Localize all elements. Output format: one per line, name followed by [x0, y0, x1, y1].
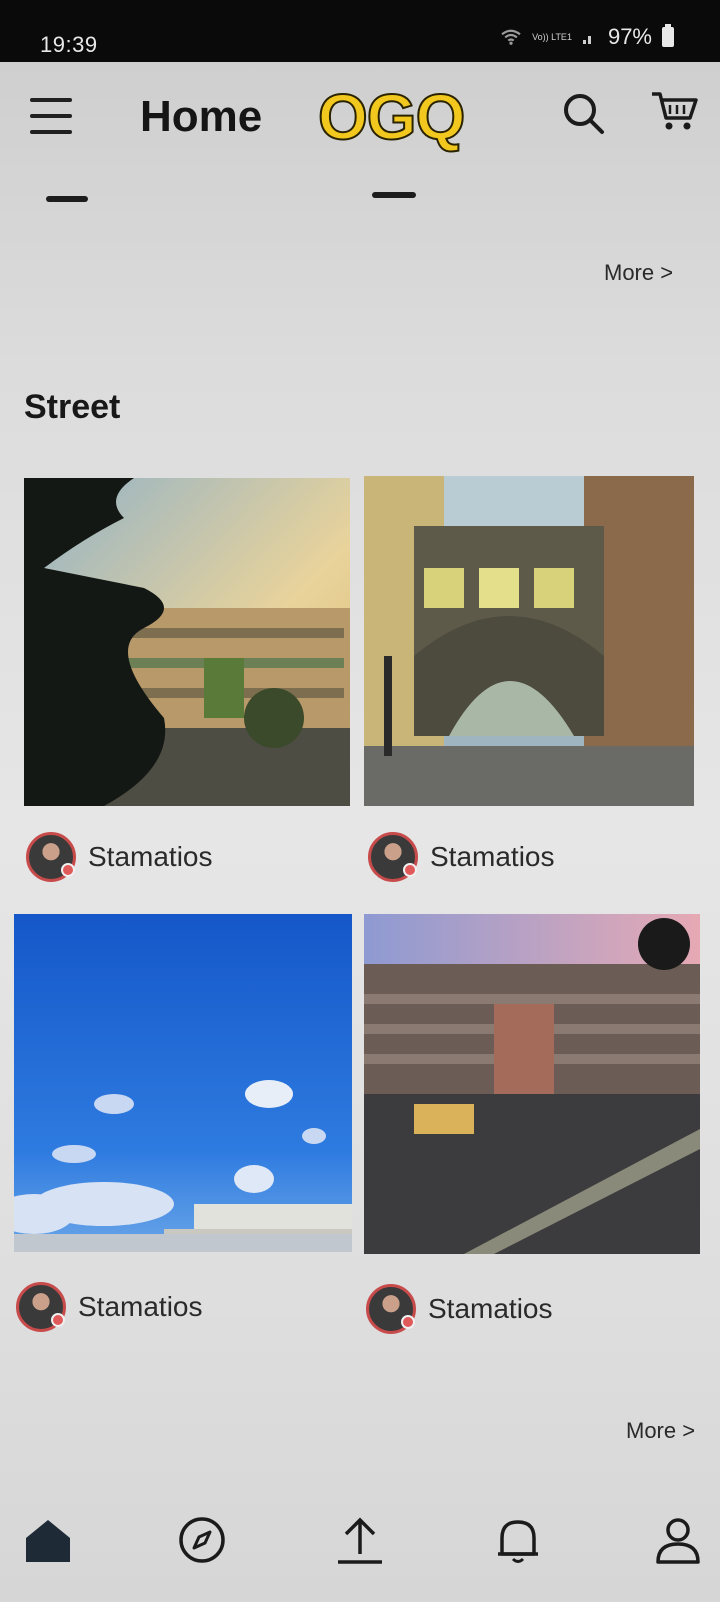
status-bar: 19:39 Vo)) LTE1 97%: [0, 0, 720, 62]
author-name: Stamatios: [78, 1291, 203, 1322]
menu-icon-bar: [30, 98, 72, 102]
avatar: [368, 832, 418, 882]
section-title: Street: [24, 388, 121, 426]
battery-percent: 97%: [607, 24, 652, 49]
status-time: 19:39: [40, 32, 98, 57]
author-name: Stamatios: [88, 841, 213, 872]
user-icon[interactable]: [650, 1512, 706, 1568]
author-name: Stamatios: [428, 1293, 553, 1324]
status-icons: Vo)) LTE1 97%: [500, 24, 674, 50]
photo-thumbnail[interactable]: [14, 914, 352, 1252]
menu-button[interactable]: [30, 98, 72, 134]
photo-thumbnail[interactable]: [364, 914, 700, 1254]
network-indicator: Vo)) LTE1: [532, 32, 572, 42]
upload-icon[interactable]: [332, 1512, 388, 1568]
author-row[interactable]: Stamatios: [26, 832, 213, 882]
menu-icon-bar: [30, 130, 72, 134]
page-title: Home: [140, 92, 263, 141]
app-screen: Home OGQ More > Street Stamatios Stamati…: [0, 62, 720, 1601]
content-fragment: [46, 196, 88, 202]
home-icon[interactable]: [20, 1512, 76, 1568]
avatar: [26, 832, 76, 882]
cart-icon[interactable]: [650, 88, 700, 134]
signal-icon: [582, 36, 591, 44]
more-link[interactable]: More >: [626, 1418, 695, 1444]
avatar: [366, 1284, 416, 1334]
bottom-nav: [0, 1502, 720, 1602]
ogq-logo[interactable]: OGQ: [317, 80, 466, 154]
more-link[interactable]: More >: [604, 260, 673, 286]
author-row[interactable]: Stamatios: [16, 1282, 203, 1332]
avatar: [16, 1282, 66, 1332]
menu-icon-bar: [30, 114, 72, 118]
search-icon[interactable]: [560, 90, 608, 138]
content-fragment: [372, 192, 416, 198]
wifi-icon: [501, 29, 521, 45]
battery-icon: [662, 24, 674, 47]
compass-icon[interactable]: [174, 1512, 230, 1568]
bell-icon[interactable]: [490, 1512, 546, 1568]
app-header: Home OGQ: [0, 62, 720, 172]
author-name: Stamatios: [430, 841, 555, 872]
author-row[interactable]: Stamatios: [366, 1284, 553, 1334]
photo-thumbnail[interactable]: [364, 476, 694, 806]
author-row[interactable]: Stamatios: [368, 832, 555, 882]
photo-thumbnail[interactable]: [24, 478, 350, 806]
